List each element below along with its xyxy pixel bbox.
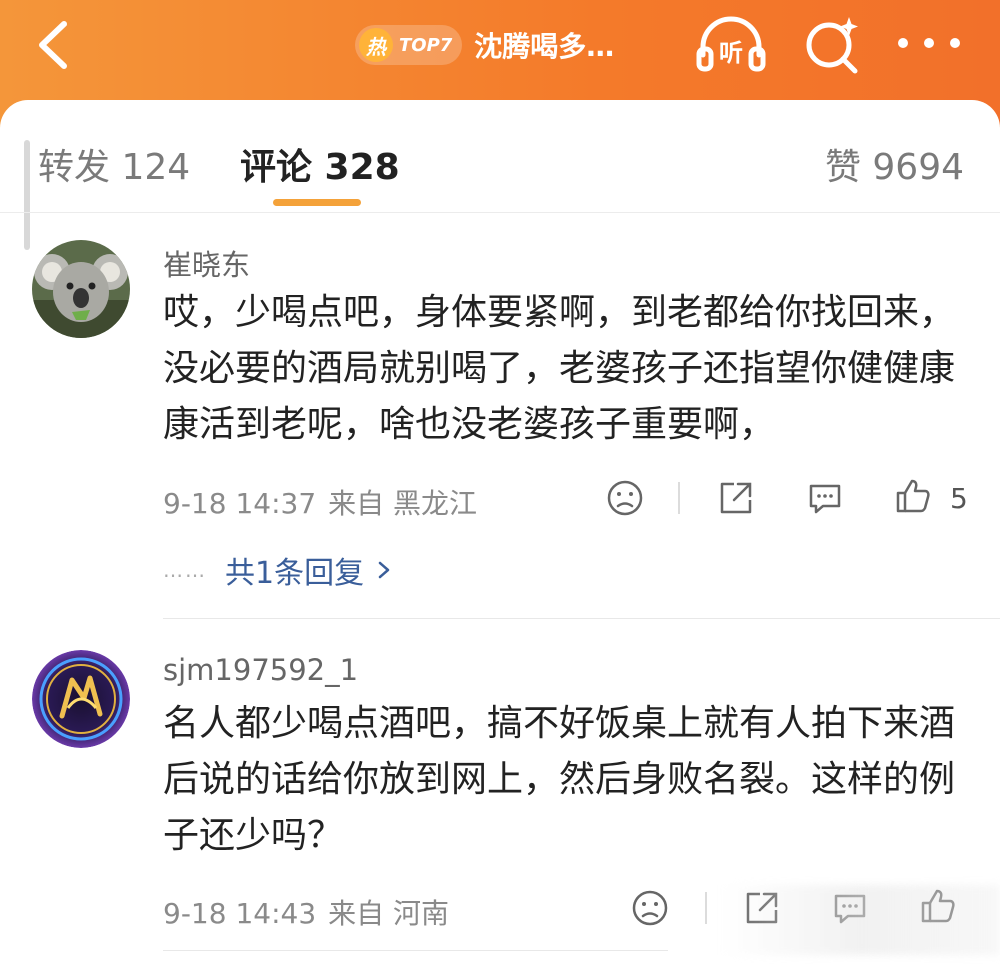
hot-rank-badge: 热 TOP7: [355, 25, 463, 65]
action-divider: [705, 892, 707, 924]
more-dot: [924, 38, 934, 48]
back-button[interactable]: [30, 18, 80, 72]
headphones-icon: 听: [696, 16, 766, 72]
more-button[interactable]: [898, 32, 960, 54]
comment-time: 9-18 14:37: [163, 487, 317, 520]
sad-face-icon: [607, 480, 643, 516]
tab-comment[interactable]: 评论 328: [240, 138, 400, 190]
tab-bar: 转发 124 评论 328 赞 9694: [0, 100, 1000, 213]
tab-repost[interactable]: 转发 124: [38, 138, 190, 190]
listen-button[interactable]: 听: [695, 15, 767, 75]
tab-like[interactable]: 赞 9694: [825, 138, 964, 190]
thumbs-up-icon: [896, 479, 930, 513]
comment-location: 来自 河南: [328, 897, 450, 930]
dislike-button[interactable]: [605, 478, 645, 518]
comment-divider: [163, 618, 1000, 619]
dragon-emblem-avatar-icon: [32, 650, 130, 748]
topic-title: 沈腾喝多…: [474, 30, 615, 63]
dislike-button[interactable]: [630, 888, 670, 928]
watermark-blur: [720, 885, 1000, 955]
search-button[interactable]: [803, 15, 863, 75]
view-replies-link[interactable]: …… 共1条回复: [163, 548, 394, 592]
username[interactable]: sjm197592_1: [163, 653, 358, 687]
more-dot: [950, 38, 960, 48]
replies-dots: ……: [163, 558, 207, 582]
comment-time: 9-18 14:43: [163, 897, 317, 930]
hot-topic-title[interactable]: 热 TOP7 沈腾喝多…: [355, 20, 614, 70]
comment-bubble-icon: [809, 484, 841, 514]
share-button[interactable]: [716, 478, 756, 518]
replies-label: 共1条回复: [225, 556, 365, 591]
back-chevron-icon: [39, 21, 67, 69]
reply-button[interactable]: [805, 478, 845, 518]
listen-label: 听: [719, 39, 743, 67]
username[interactable]: 崔晓东: [163, 242, 250, 284]
like-button[interactable]: [893, 476, 933, 516]
sad-face-icon: [632, 890, 668, 926]
active-tab-indicator: [273, 199, 361, 206]
comment-divider: [163, 950, 668, 951]
sparkle-search-icon: [806, 17, 858, 74]
hot-icon: 热: [359, 28, 393, 62]
action-divider: [678, 482, 680, 514]
comment-meta: 9-18 14:37 来自 黑龙江: [163, 482, 489, 522]
comment-text: 名人都少喝点酒吧，搞不好饭桌上就有人拍下来酒后说的话给你放到网上，然后身败名裂。…: [163, 703, 956, 856]
like-count: 5: [950, 482, 968, 515]
avatar[interactable]: [32, 650, 130, 748]
share-icon: [720, 482, 752, 514]
chevron-right-icon: [378, 561, 390, 579]
comment-text: 哎，少喝点吧，身体要紧啊，到老都给你找回来，没必要的酒局就别喝了，老婆孩子还指望…: [163, 292, 956, 445]
more-dot: [898, 38, 908, 48]
koala-avatar-icon: [32, 240, 130, 338]
comment-location: 来自 黑龙江: [328, 487, 478, 520]
hot-rank-label: TOP7: [399, 34, 453, 56]
comment-meta: 9-18 14:43 来自 河南: [163, 892, 461, 932]
avatar[interactable]: [32, 240, 130, 338]
